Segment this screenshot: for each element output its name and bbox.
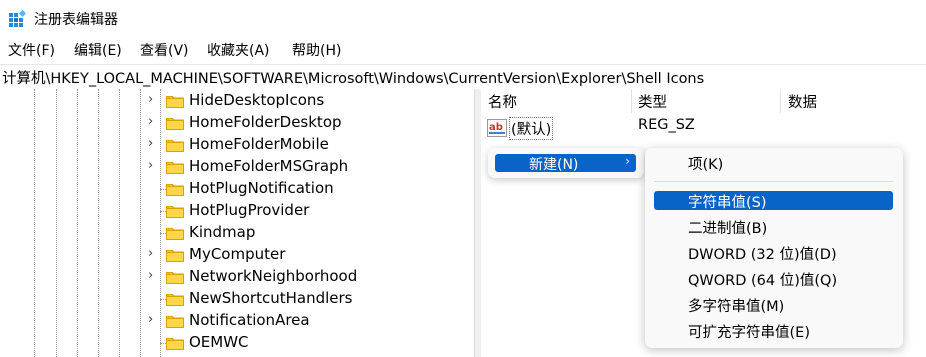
folder-icon — [166, 160, 184, 174]
folder-icon — [166, 226, 184, 240]
menu-bar: 文件(F) 编辑(E) 查看(V) 收藏夹(A) 帮助(H) — [0, 38, 926, 62]
tree-item-label: HideDesktopIcons — [189, 91, 325, 109]
submenu-item-expandable-string-value[interactable]: 可扩充字符串值(E) — [654, 321, 893, 341]
menu-file[interactable]: 文件(F) — [7, 40, 56, 60]
tree-item-label: HomeFolderMSGraph — [189, 157, 349, 175]
chevron-right-icon[interactable]: › — [148, 247, 160, 261]
tree-item-label: HomeFolderDesktop — [189, 113, 342, 131]
tree-item[interactable]: HotPlugNotification — [0, 178, 474, 200]
tree-item-label: OEMWC — [189, 333, 249, 351]
key-tree-pane[interactable]: › HideDesktopIcons › HomeFolderDesktop › Home… — [0, 89, 474, 357]
value-name-default[interactable]: (默认) — [509, 117, 554, 140]
tree-item-label: HotPlugProvider — [189, 201, 310, 219]
menu-edit[interactable]: 编辑(E) — [73, 40, 123, 60]
folder-icon — [166, 292, 184, 306]
column-separator[interactable] — [780, 89, 781, 113]
registry-editor-icon — [9, 10, 27, 27]
value-type: REG_SZ — [638, 117, 695, 133]
address-path[interactable]: 计算机\HKEY_LOCAL_MACHINE\SOFTWARE\Microsof… — [2, 67, 704, 88]
submenu-item-label: 多字符串值(M) — [688, 299, 785, 315]
folder-icon — [166, 270, 184, 284]
menu-separator — [654, 181, 893, 182]
chevron-right-icon[interactable]: › — [148, 137, 160, 151]
submenu-item-qword-value[interactable]: QWORD (64 位)值(Q) — [654, 269, 893, 289]
column-header-data[interactable]: 数据 — [788, 91, 817, 112]
tree-item-label: NetworkNeighborhood — [189, 267, 358, 285]
menu-favorites[interactable]: 收藏夹(A) — [206, 40, 271, 60]
tree-item[interactable]: NewShortcutHandlers — [0, 288, 474, 310]
new-label: 新建(N) — [529, 157, 579, 173]
submenu-item-label: DWORD (32 位)值(D) — [688, 247, 837, 263]
context-menu: 新建(N) › — [488, 148, 644, 178]
folder-icon — [166, 336, 184, 350]
chevron-right-icon[interactable]: › — [148, 159, 160, 173]
folder-icon — [166, 94, 184, 108]
tree-item-label: Kindmap — [189, 223, 256, 241]
tree-item-label: MyComputer — [189, 245, 286, 263]
address-bar[interactable]: 计算机\HKEY_LOCAL_MACHINE\SOFTWARE\Microsof… — [0, 64, 926, 90]
title-bar: 注册表编辑器 — [0, 0, 926, 36]
submenu-item-label: 二进制值(B) — [688, 221, 768, 237]
tree-item[interactable]: › HomeFolderDesktop — [0, 112, 474, 134]
submenu-item-string-value[interactable]: 字符串值(S) — [654, 191, 893, 211]
context-menu-new[interactable]: 新建(N) › — [495, 154, 636, 173]
menu-help[interactable]: 帮助(H) — [291, 40, 342, 60]
tree-item[interactable]: › HomeFolderMobile — [0, 134, 474, 156]
column-separator[interactable] — [631, 89, 632, 113]
new-submenu: 项(K) 字符串值(S) 二进制值(B) DWORD (32 位)值(D) QW… — [645, 148, 903, 348]
folder-icon — [166, 204, 184, 218]
folder-icon — [166, 138, 184, 152]
submenu-item-dword-value[interactable]: DWORD (32 位)值(D) — [654, 243, 893, 263]
tree-item[interactable]: Kindmap — [0, 222, 474, 244]
chevron-right-icon[interactable]: › — [148, 313, 160, 327]
tree-item-label: HotPlugNotification — [189, 179, 334, 197]
chevron-right-icon: › — [625, 154, 630, 168]
chevron-right-icon[interactable]: › — [148, 93, 160, 107]
tree-item[interactable]: HotPlugProvider — [0, 200, 474, 222]
submenu-item-label: 项(K) — [688, 157, 724, 173]
submenu-item-multi-string-value[interactable]: 多字符串值(M) — [654, 295, 893, 315]
svg-text:ab: ab — [489, 122, 503, 133]
column-header-name[interactable]: 名称 — [488, 91, 517, 112]
column-header-type[interactable]: 类型 — [638, 91, 667, 112]
string-value-icon: ab — [487, 119, 507, 137]
tree-item[interactable]: › NotificationArea — [0, 310, 474, 332]
tree-item-label: HomeFolderMobile — [189, 135, 329, 153]
tree-item[interactable]: › NetworkNeighborhood — [0, 266, 474, 288]
tree-item[interactable]: › HideDesktopIcons — [0, 90, 474, 112]
tree-item[interactable]: › HomeFolderMSGraph — [0, 156, 474, 178]
tree-item[interactable]: OEMWC — [0, 332, 474, 354]
folder-icon — [166, 248, 184, 262]
folder-icon — [166, 314, 184, 328]
submenu-item-label: 可扩充字符串值(E) — [688, 325, 810, 341]
folder-icon — [166, 116, 184, 130]
submenu-item-binary-value[interactable]: 二进制值(B) — [654, 217, 893, 237]
window-title: 注册表编辑器 — [34, 12, 118, 28]
tree-item-label: NewShortcutHandlers — [189, 289, 353, 307]
submenu-item-label: QWORD (64 位)值(Q) — [688, 273, 838, 289]
tree-item[interactable]: › MyComputer — [0, 244, 474, 266]
menu-view[interactable]: 查看(V) — [139, 40, 190, 60]
tree-item-label: NotificationArea — [189, 311, 310, 329]
submenu-item-key[interactable]: 项(K) — [654, 153, 893, 173]
folder-icon — [166, 182, 184, 196]
chevron-right-icon[interactable]: › — [148, 269, 160, 283]
submenu-item-label: 字符串值(S) — [688, 195, 767, 211]
chevron-right-icon[interactable]: › — [148, 115, 160, 129]
